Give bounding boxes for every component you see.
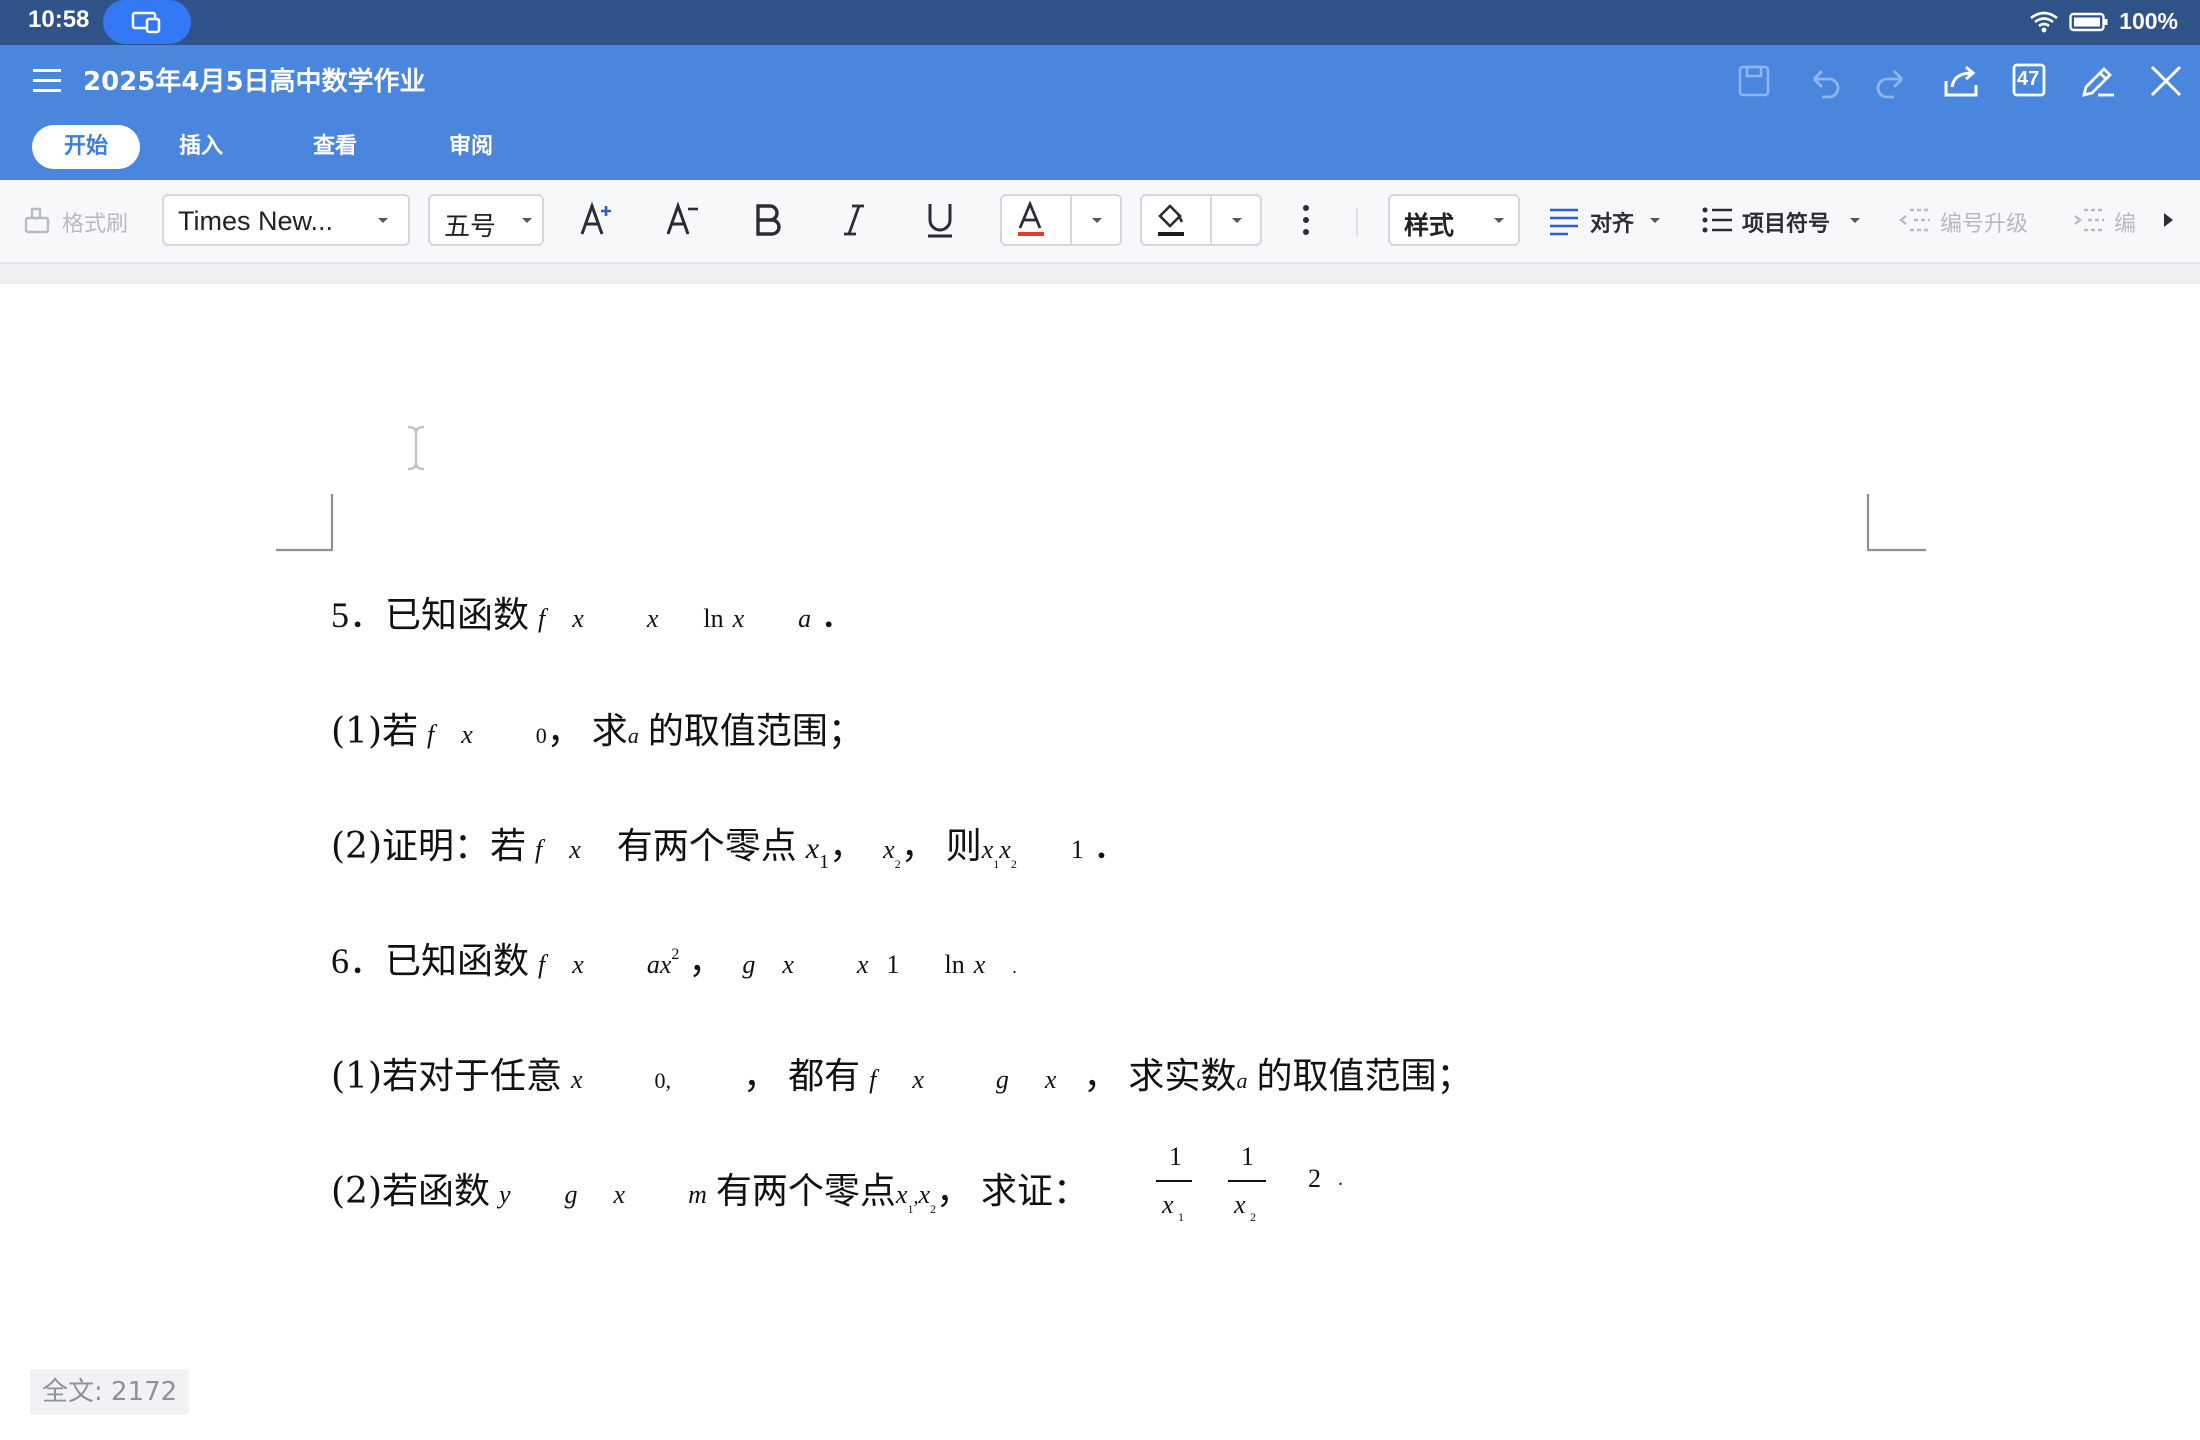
- bullets-label: 项目符号: [1742, 212, 1831, 237]
- numbering-downgrade-button[interactable]: 编: [2072, 202, 2142, 242]
- fraction-1-over-x1[interactable]: 1 x 1: [1156, 1142, 1196, 1224]
- fraction-rhs-2: 2: [1308, 1164, 1321, 1193]
- chevron-down-icon: [522, 218, 532, 223]
- style-select[interactable]: 样式: [1388, 194, 1520, 246]
- chevron-down-icon: [1650, 218, 1660, 223]
- tab-view[interactable]: 查看: [300, 125, 370, 169]
- bullet-list-icon: [1702, 207, 1732, 233]
- italic-icon[interactable]: [830, 196, 878, 244]
- page-count-badge: 47: [2017, 68, 2040, 90]
- indent-decrease-icon: [1899, 208, 1930, 232]
- align-dropdown[interactable]: 对齐: [1546, 202, 1686, 242]
- question-6[interactable]: 6．已知函数 f x ax2 ， g x x 1 ln x .: [331, 932, 1017, 984]
- font-size-select[interactable]: 五号: [428, 194, 544, 246]
- question-6-part-1[interactable]: (1)若对于任意 x 0, ， 都有 f x g x ， 求实数a 的取值范围；: [331, 1047, 1472, 1099]
- toolbar-shadow-strip: [0, 264, 2200, 284]
- format-painter-icon: [24, 207, 50, 234]
- fraction-1-over-x2[interactable]: 1 x 2: [1228, 1142, 1268, 1224]
- style-label: 样式: [1404, 211, 1455, 240]
- text-cursor-icon: [407, 425, 425, 471]
- redo-icon[interactable]: [1870, 59, 1914, 103]
- chevron-down-icon: [1494, 218, 1504, 223]
- question-5-part-1[interactable]: (1)若 f x 0， 求a 的取值范围；: [331, 702, 864, 754]
- share-icon[interactable]: [1940, 59, 1984, 103]
- save-icon[interactable]: [1732, 59, 1776, 103]
- page-corner-right: [1866, 494, 1926, 552]
- format-painter-button[interactable]: 格式刷: [20, 204, 140, 240]
- numbering-downgrade-label: 编: [2114, 212, 2137, 237]
- undo-icon[interactable]: [1802, 59, 1846, 103]
- format-painter-label: 格式刷: [62, 212, 129, 237]
- question-5-part-2[interactable]: (2)证明：若 f x 有两个零点 x1， x2， 则x1x2 1 ．: [331, 817, 1129, 873]
- status-time: 10:58: [28, 6, 90, 33]
- align-label: 对齐: [1590, 212, 1635, 237]
- page-corner-left: [276, 494, 334, 552]
- numbering-upgrade-button[interactable]: 编号升级: [1898, 202, 2048, 242]
- wifi-icon: [2030, 11, 2058, 32]
- battery-icon: [2069, 12, 2108, 31]
- font-name-value: Times New...: [178, 206, 334, 236]
- title-bar: 2025年4月5日高中数学作业 47 开始 插入 查看 审阅: [0, 45, 2200, 180]
- numbering-upgrade-label: 编号升级: [1940, 212, 2029, 237]
- indent-increase-icon: [2074, 208, 2104, 232]
- chevron-down-icon[interactable]: [1232, 218, 1242, 223]
- tab-insert[interactable]: 插入: [166, 125, 236, 169]
- title-actions: 47: [0, 53, 2200, 113]
- page-count-icon[interactable]: 47: [2008, 59, 2052, 103]
- status-bar: 10:58 100%: [0, 0, 2200, 45]
- font-color-icon: [1018, 200, 1044, 236]
- toolbar-divider: [1356, 208, 1358, 236]
- font-name-select[interactable]: Times New...: [162, 194, 410, 246]
- close-icon[interactable]: [2144, 59, 2188, 103]
- bold-icon[interactable]: [744, 196, 792, 244]
- document-canvas[interactable]: 5．已知函数 f x x ln x a ． (1)若 f x 0， 求a 的取值…: [0, 284, 2200, 1440]
- toolbar-scroll-right-icon[interactable]: [2160, 210, 2176, 230]
- font-size-value: 五号: [444, 212, 497, 242]
- highlight-color-button[interactable]: [1140, 194, 1262, 246]
- decrease-font-icon[interactable]: [658, 196, 706, 244]
- question-6-part-2[interactable]: (2)若函数 y g x m 有两个零点x1,x2， 求证：: [331, 1162, 1089, 1216]
- screen-mirror-icon[interactable]: [103, 0, 191, 44]
- tab-review[interactable]: 审阅: [436, 125, 506, 169]
- align-left-icon: [1550, 208, 1578, 236]
- tab-start[interactable]: 开始: [32, 125, 140, 169]
- highlight-icon: [1158, 204, 1184, 236]
- chevron-down-icon: [378, 218, 388, 223]
- battery-percent: 100%: [2119, 8, 2178, 34]
- more-vertical-icon[interactable]: [1282, 196, 1330, 244]
- question-5[interactable]: 5．已知函数 f x x ln x a ．: [331, 586, 856, 638]
- chevron-down-icon[interactable]: [1092, 218, 1102, 223]
- formatting-toolbar: 格式刷 Times New... 五号 样式 对齐 项目符号 编号升级 编: [0, 180, 2200, 264]
- underline-icon[interactable]: [916, 196, 964, 244]
- word-count-badge[interactable]: 全文: 2172: [30, 1369, 190, 1415]
- fraction-end-period: .: [1338, 1168, 1343, 1190]
- font-color-button[interactable]: [1000, 194, 1122, 246]
- bullets-dropdown[interactable]: 项目符号: [1700, 202, 1870, 242]
- increase-font-icon[interactable]: [572, 196, 620, 244]
- chevron-down-icon: [1850, 218, 1860, 223]
- edit-pen-icon[interactable]: [2076, 59, 2120, 103]
